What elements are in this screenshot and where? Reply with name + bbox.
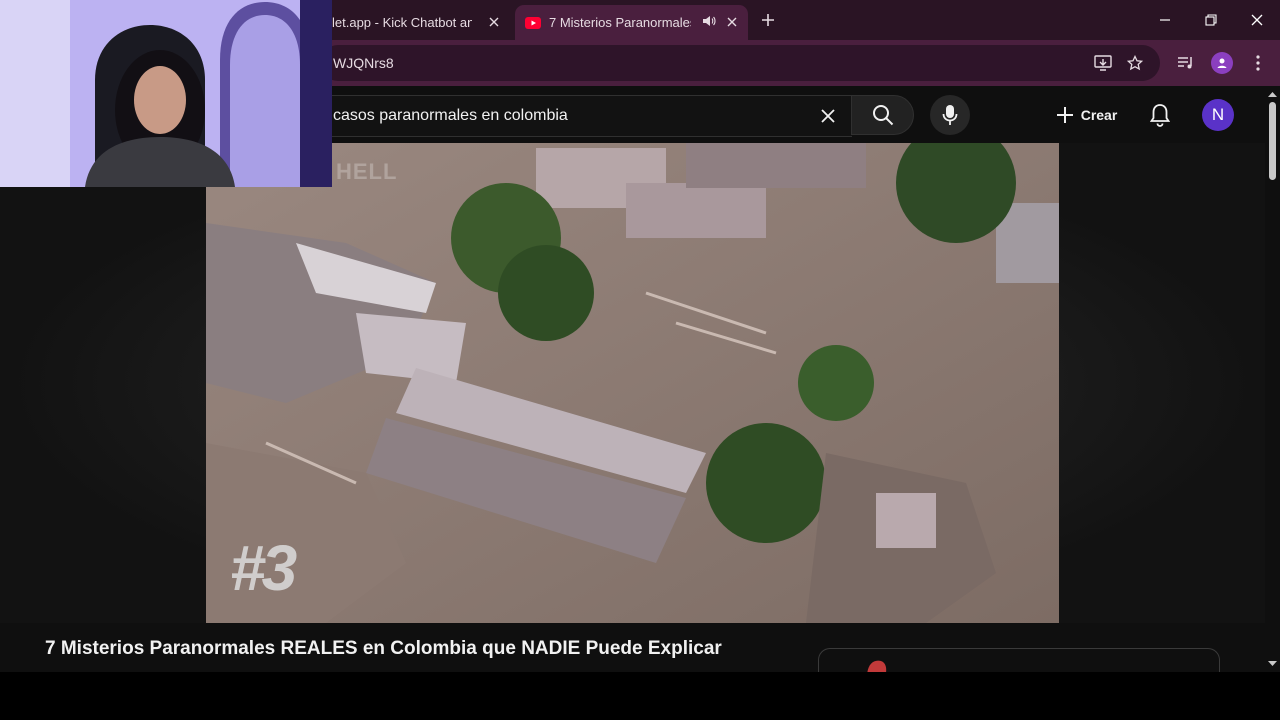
webcam-image: [0, 0, 332, 187]
page-scrollbar[interactable]: [1265, 86, 1280, 672]
video-frame: [206, 143, 1059, 623]
create-label: Crear: [1080, 107, 1118, 123]
video-watermark: HELL: [336, 159, 398, 184]
mic-icon: [942, 105, 958, 125]
tab-title: let.app - Kick Chatbot and: [332, 15, 472, 30]
video-player[interactable]: HELL #3: [206, 143, 1059, 623]
create-button[interactable]: Crear: [1044, 95, 1128, 135]
search-query: casos paranormales en colombia: [333, 107, 568, 124]
url-text: WJQNrs8: [333, 55, 394, 71]
profile-avatar[interactable]: [1211, 52, 1233, 74]
youtube-icon: [525, 16, 541, 29]
sidebar-card[interactable]: [818, 648, 1220, 672]
webcam-overlay: [0, 0, 332, 187]
notifications-button[interactable]: [1146, 101, 1174, 129]
close-window-button[interactable]: [1234, 0, 1280, 40]
install-app-icon[interactable]: [1094, 54, 1112, 72]
player-background: HELL #3: [0, 143, 1265, 623]
scroll-down-icon[interactable]: [1265, 658, 1280, 670]
tab-youtube-video[interactable]: 7 Misterios Paranormales RE: [515, 5, 748, 40]
restore-button[interactable]: [1188, 0, 1234, 40]
video-overlay-number: #3: [230, 532, 297, 604]
voice-search-button[interactable]: [930, 95, 970, 135]
tab-kick-chatbot[interactable]: let.app - Kick Chatbot and: [330, 5, 510, 40]
close-icon[interactable]: [724, 14, 740, 30]
bell-icon: [1150, 104, 1170, 127]
channel-thumbnail-icon: [867, 660, 887, 672]
scroll-up-icon[interactable]: [1265, 88, 1280, 100]
plus-icon: [1056, 107, 1073, 123]
address-bar[interactable]: WJQNrs8: [320, 45, 1160, 81]
scrollbar-thumb[interactable]: [1269, 102, 1276, 180]
clear-search-icon[interactable]: [817, 105, 839, 127]
tab-title: 7 Misterios Paranormales RE: [549, 15, 691, 30]
media-control-icon[interactable]: [1175, 52, 1197, 74]
more-menu-icon[interactable]: [1247, 52, 1269, 74]
search-icon: [872, 105, 893, 126]
speaker-icon[interactable]: [702, 14, 716, 31]
search-button[interactable]: [851, 95, 914, 135]
account-avatar[interactable]: N: [1202, 99, 1234, 131]
close-icon[interactable]: [486, 14, 502, 30]
new-tab-button[interactable]: [758, 10, 778, 30]
search-input[interactable]: casos paranormales en colombia: [320, 95, 852, 137]
minimize-button[interactable]: [1142, 0, 1188, 40]
video-title: 7 Misterios Paranormales REALES en Colom…: [45, 638, 722, 659]
star-icon[interactable]: [1126, 54, 1144, 72]
